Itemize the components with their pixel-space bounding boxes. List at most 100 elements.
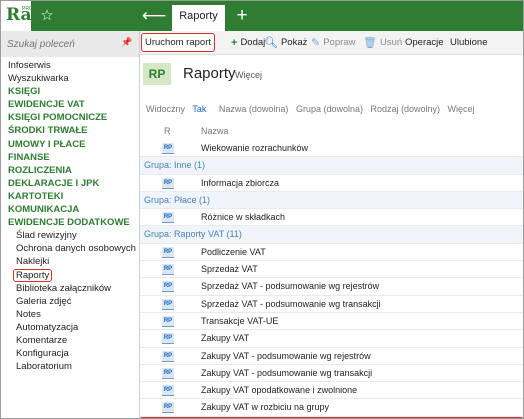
- report-name: Zakupy VAT - podsumowanie wg transakcji: [201, 367, 373, 378]
- sidebar-item[interactable]: ROZLICZENIA: [1, 164, 139, 177]
- sidebar-item[interactable]: Automatyzacja: [1, 321, 139, 334]
- report-icon: RP: [162, 315, 174, 327]
- top-bar: Ra PRO ☆ ⟵ Raporty +: [1, 1, 523, 31]
- pin-icon[interactable]: 📌: [121, 37, 132, 48]
- edit-button[interactable]: ✎ Popraw: [311, 35, 355, 50]
- sidebar-item-label: Laboratorium: [16, 361, 72, 373]
- table-row[interactable]: RP Informacja zbiorcza: [140, 175, 523, 192]
- sidebar-item[interactable]: EWIDENCJE VAT: [1, 98, 139, 111]
- table-row[interactable]: RP Różnice w składkach: [140, 209, 523, 227]
- report-name: Sprzedaż VAT - podsumowanie wg rejestrów: [201, 281, 380, 292]
- sidebar-item-label: EWIDENCJE VAT: [8, 99, 85, 111]
- sidebar-item[interactable]: KARTOTEKI: [1, 190, 139, 203]
- show-button[interactable]: 🔍︎ Pokaż: [264, 35, 307, 50]
- sidebar: 📌 InfoserwisWyszukiwarkaKSIĘGIEWIDENCJE …: [1, 31, 140, 418]
- sidebar-item[interactable]: Infoserwis: [1, 59, 139, 72]
- report-name: Różnice w składkach: [201, 212, 286, 223]
- column-header-name[interactable]: Nazwa: [201, 126, 229, 136]
- sidebar-item[interactable]: Konfiguracja: [1, 347, 139, 360]
- sidebar-item-label: Infoserwis: [8, 60, 51, 71]
- table-row[interactable]: RP Wiekowanie rozrachunków: [140, 140, 523, 158]
- report-name: Zakupy VAT: [201, 333, 250, 344]
- sidebar-item-label: UMOWY I PŁACE: [8, 138, 86, 150]
- report-name: Zakupy VAT w rozbiciu na grupy: [201, 402, 330, 413]
- sidebar-item-label: EWIDENCJE DODATKOWE: [8, 217, 130, 229]
- sidebar-item[interactable]: KSIĘGI POMOCNICZE: [1, 111, 139, 124]
- sidebar-item[interactable]: Ochrona danych osobowych: [1, 242, 139, 255]
- search-input[interactable]: [7, 37, 117, 51]
- sidebar-item[interactable]: EWIDENCJE DODATKOWE: [1, 216, 139, 229]
- sidebar-item[interactable]: Wyszukiwarka: [1, 72, 139, 85]
- sidebar-menu: Infoserwis Wyszukiwarka KSIĘGI EWIDENCJE VA…: [1, 59, 139, 373]
- arrow-left-icon[interactable]: ⟵: [141, 5, 167, 27]
- sidebar-item[interactable]: DEKLARACJE I JPK: [1, 177, 139, 190]
- sidebar-item-label: KOMUNIKACJA: [8, 204, 80, 216]
- sidebar-item-label: Komentarze: [16, 334, 68, 346]
- table-row[interactable]: RP Zakupy VAT: [140, 330, 523, 348]
- sidebar-item-label: Galeria zdjęć: [16, 295, 72, 307]
- table-row[interactable]: RP Zakupy VAT w rozbiciu na grupy: [140, 399, 523, 417]
- sidebar-item[interactable]: Biblioteka załączników: [1, 282, 139, 295]
- page-title: Raporty: [183, 65, 236, 82]
- table-row[interactable]: RP Transakcje VAT-UE: [140, 313, 523, 331]
- sidebar-item[interactable]: Notes: [1, 308, 139, 321]
- sidebar-item-label: ROZLICZENIA: [8, 164, 72, 176]
- filter-more[interactable]: Więcej: [448, 104, 475, 114]
- report-icon: RP: [162, 298, 174, 310]
- favorites-button[interactable]: Ulubione: [450, 35, 488, 50]
- operations-button[interactable]: Operacje: [405, 35, 444, 50]
- sidebar-item-label: Ochrona danych osobowych: [16, 243, 136, 255]
- group-row[interactable]: Grupa: Raporty VAT (11): [140, 226, 523, 244]
- plus-icon[interactable]: +: [229, 5, 255, 27]
- sidebar-item[interactable]: Komentarze: [1, 334, 139, 347]
- tab-raporty[interactable]: Raporty: [172, 5, 225, 31]
- sidebar-item-label: KSIĘGI: [8, 86, 41, 98]
- report-name: Zakupy VAT opodatkowane i zwolnione: [201, 385, 358, 396]
- group-row[interactable]: Grupa: Inne (1): [140, 157, 523, 175]
- sidebar-item[interactable]: FINANSE: [1, 151, 139, 164]
- logo-tag: PRO: [22, 6, 33, 12]
- sidebar-item[interactable]: Naklejki: [1, 255, 139, 268]
- table-header: R Nazwa: [140, 124, 523, 138]
- plus-icon: +: [231, 37, 238, 49]
- sidebar-item-label: DEKLARACJE I JPK: [8, 177, 100, 189]
- sidebar-item-label: Konfiguracja: [16, 348, 69, 360]
- sidebar-item-label: Naklejki: [16, 256, 50, 268]
- filter-visible[interactable]: Widoczny Tak: [146, 104, 211, 114]
- sidebar-item[interactable]: KSIĘGI: [1, 85, 139, 98]
- table-row[interactable]: RP Sprzedaż VAT - podsumowanie wg rejestr…: [140, 278, 523, 296]
- sidebar-item[interactable]: UMOWY I PŁACE: [1, 138, 139, 151]
- sidebar-item[interactable]: Laboratorium: [1, 360, 139, 373]
- table-row[interactable]: RP Zakupy VAT - podsumowanie wg rejestrów: [140, 348, 523, 365]
- sidebar-item[interactable]: Galeria zdjęć: [1, 295, 139, 308]
- run-report-button[interactable]: Uruchom raport: [141, 33, 215, 52]
- filter-kind[interactable]: Rodzaj (dowolny): [371, 104, 441, 114]
- table-row[interactable]: RP Zakupy VAT opodatkowane i zwolnione: [140, 382, 523, 400]
- sidebar-item[interactable]: Ślad rewizyjny: [1, 229, 139, 242]
- add-button[interactable]: + Dodaj: [231, 35, 265, 50]
- filter-name[interactable]: Nazwa (dowolna): [219, 104, 289, 114]
- table-row[interactable]: RP Zakupy VAT - podsumowanie wg transakcj…: [140, 365, 523, 383]
- search-icon: 🔍︎: [264, 37, 278, 49]
- sidebar-item[interactable]: ŚRODKI TRWAŁE: [1, 124, 139, 137]
- sidebar-item[interactable]: KOMUNIKACJA: [1, 203, 139, 216]
- search-bar: 📌: [1, 31, 139, 57]
- group-row[interactable]: Grupa: Płace (1): [140, 191, 523, 210]
- module-badge: RP: [143, 63, 171, 85]
- table-row[interactable]: RP Sprzedaż VAT: [140, 261, 523, 279]
- sidebar-item[interactable]: Raporty: [1, 268, 139, 282]
- add-label: Dodaj: [240, 37, 266, 48]
- group-label: Grupa: Inne (1): [144, 160, 206, 171]
- trash-icon: 🗑︎: [363, 37, 377, 49]
- star-outline-icon[interactable]: ☆: [36, 5, 58, 27]
- report-table: RP Wiekowanie rozrachunków Grupa: Inne (1)…: [140, 140, 523, 418]
- sidebar-item-label: Raporty: [13, 268, 53, 282]
- table-row[interactable]: RP Sprzedaż VAT - podsumowanie wg transak…: [140, 296, 523, 313]
- delete-button[interactable]: 🗑︎ Usuń: [363, 35, 402, 50]
- sidebar-item-label: ŚRODKI TRWAŁE: [8, 125, 88, 137]
- table-row[interactable]: RP Podliczenie VAT: [140, 244, 523, 262]
- filter-bar: Widoczny Tak Nazwa (dowolna) Grupa (dowo…: [146, 104, 480, 114]
- more-link[interactable]: Więcej: [235, 70, 262, 80]
- filter-group[interactable]: Grupa (dowolna): [296, 104, 363, 114]
- column-header-r[interactable]: R: [164, 126, 171, 136]
